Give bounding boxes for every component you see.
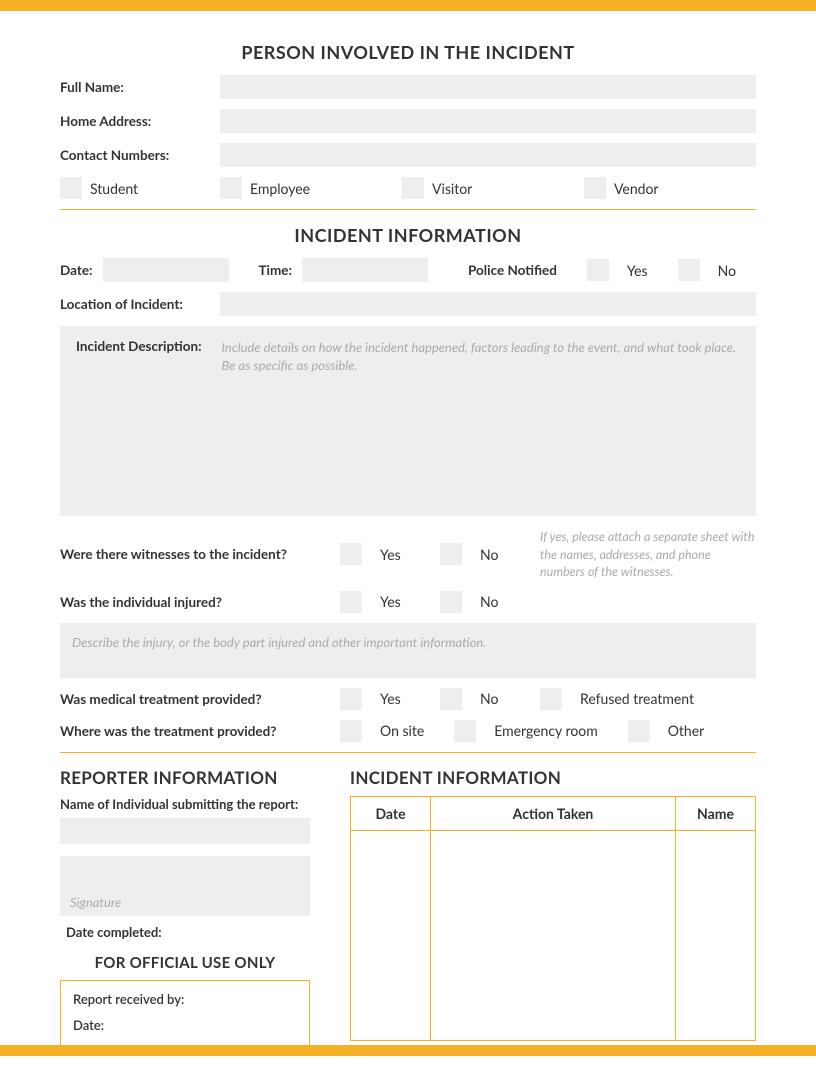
report-received-label: Report received by: [73,991,297,1007]
full-name-input[interactable] [220,75,756,99]
signature-label: Signature [70,893,121,911]
action-header-name: Name [676,796,756,830]
action-column: INCIDENT INFORMATION Date Action Taken N… [350,767,756,1054]
visitor-label: Visitor [432,180,472,197]
official-title: FOR OFFICIAL USE ONLY [60,954,310,972]
location-label: Location of Incident: [60,296,210,312]
divider-1 [60,209,756,210]
action-header-action: Action Taken [431,796,676,830]
other-checkbox[interactable] [628,720,650,742]
top-accent-bar [0,0,816,11]
description-placeholder: Include details on how the incident happ… [222,338,740,374]
reporter-name-input[interactable] [60,818,310,844]
er-checkbox[interactable] [454,720,476,742]
vendor-label: Vendor [614,180,659,197]
official-date-label: Date: [73,1017,297,1033]
injury-description-box[interactable]: Describe the injury, or the body part in… [60,623,756,678]
injured-no-checkbox[interactable] [440,591,462,613]
vendor-checkbox[interactable] [584,177,606,199]
action-cell-action[interactable] [431,830,676,1040]
reporter-column: REPORTER INFORMATION Name of Individual … [60,767,310,1054]
home-address-input[interactable] [220,109,756,133]
official-box: Report received by: Date: [60,980,310,1054]
other-label: Other [668,722,705,739]
signature-box[interactable]: Signature [60,856,310,916]
student-label: Student [90,180,138,197]
reporter-title: REPORTER INFORMATION [60,767,310,788]
injury-placeholder: Describe the injury, or the body part in… [72,633,744,651]
injured-question: Was the individual injured? [60,594,330,610]
onsite-checkbox[interactable] [340,720,362,742]
medical-question: Was medical treatment provided? [60,691,330,707]
er-label: Emergency room [494,722,597,739]
police-no-checkbox[interactable] [678,259,700,281]
medical-no-checkbox[interactable] [440,688,462,710]
section-person-title: PERSON INVOLVED IN THE INCIDENT [60,41,756,63]
medical-no-label: No [480,690,510,707]
refused-label: Refused treatment [580,690,694,707]
police-label: Police Notified [468,262,557,278]
action-cell-name[interactable] [676,830,756,1040]
reporter-name-label: Name of Individual submitting the report… [60,796,310,812]
location-row: Location of Incident: [60,292,756,316]
injured-yes-label: Yes [380,593,410,610]
witness-yes-checkbox[interactable] [340,543,362,565]
date-label: Date: [60,262,93,278]
employee-checkbox[interactable] [220,177,242,199]
full-name-row: Full Name: [60,75,756,99]
visitor-checkbox[interactable] [402,177,424,199]
action-cell-date[interactable] [351,830,431,1040]
contact-numbers-input[interactable] [220,143,756,167]
date-input[interactable] [103,258,229,282]
refused-checkbox[interactable] [540,688,562,710]
action-table: Date Action Taken Name [350,796,756,1041]
date-time-row: Date: Time: Police Notified Yes No [60,258,756,282]
police-yes-checkbox[interactable] [587,259,609,281]
bottom-accent-bar [0,1045,816,1056]
treatment-where-row: Where was the treatment provided? On sit… [60,720,756,742]
role-row: Student Employee Visitor Vendor [60,177,756,199]
student-checkbox[interactable] [60,177,82,199]
medical-row: Was medical treatment provided? Yes No R… [60,688,756,710]
contact-numbers-label: Contact Numbers: [60,147,210,163]
witness-note: If yes, please attach a separate sheet w… [540,528,756,581]
divider-2 [60,752,756,753]
date-completed-label: Date completed: [66,924,310,940]
action-header-date: Date [351,796,431,830]
action-section-title: INCIDENT INFORMATION [350,767,756,788]
police-no-label: No [718,262,736,279]
location-input[interactable] [220,292,756,316]
contact-numbers-row: Contact Numbers: [60,143,756,167]
lower-columns: REPORTER INFORMATION Name of Individual … [60,767,756,1054]
medical-yes-label: Yes [380,690,410,707]
injured-row: Was the individual injured? Yes No [60,591,756,613]
description-label: Incident Description: [76,338,202,374]
police-yes-label: Yes [627,262,648,279]
medical-yes-checkbox[interactable] [340,688,362,710]
time-label: Time: [259,262,292,278]
incident-description-box[interactable]: Incident Description: Include details on… [60,326,756,516]
witness-row: Were there witnesses to the incident? Ye… [60,528,756,581]
onsite-label: On site [380,722,424,739]
witness-question: Were there witnesses to the incident? [60,546,330,562]
home-address-row: Home Address: [60,109,756,133]
witness-no-checkbox[interactable] [440,543,462,565]
treatment-where-question: Where was the treatment provided? [60,723,330,739]
witness-yes-label: Yes [380,546,410,563]
employee-label: Employee [250,180,310,197]
full-name-label: Full Name: [60,79,210,95]
section-incident-title: INCIDENT INFORMATION [60,224,756,246]
home-address-label: Home Address: [60,113,210,129]
time-input[interactable] [302,258,428,282]
injured-yes-checkbox[interactable] [340,591,362,613]
witness-no-label: No [480,546,510,563]
page-content: PERSON INVOLVED IN THE INCIDENT Full Nam… [0,11,816,1074]
injured-no-label: No [480,593,510,610]
